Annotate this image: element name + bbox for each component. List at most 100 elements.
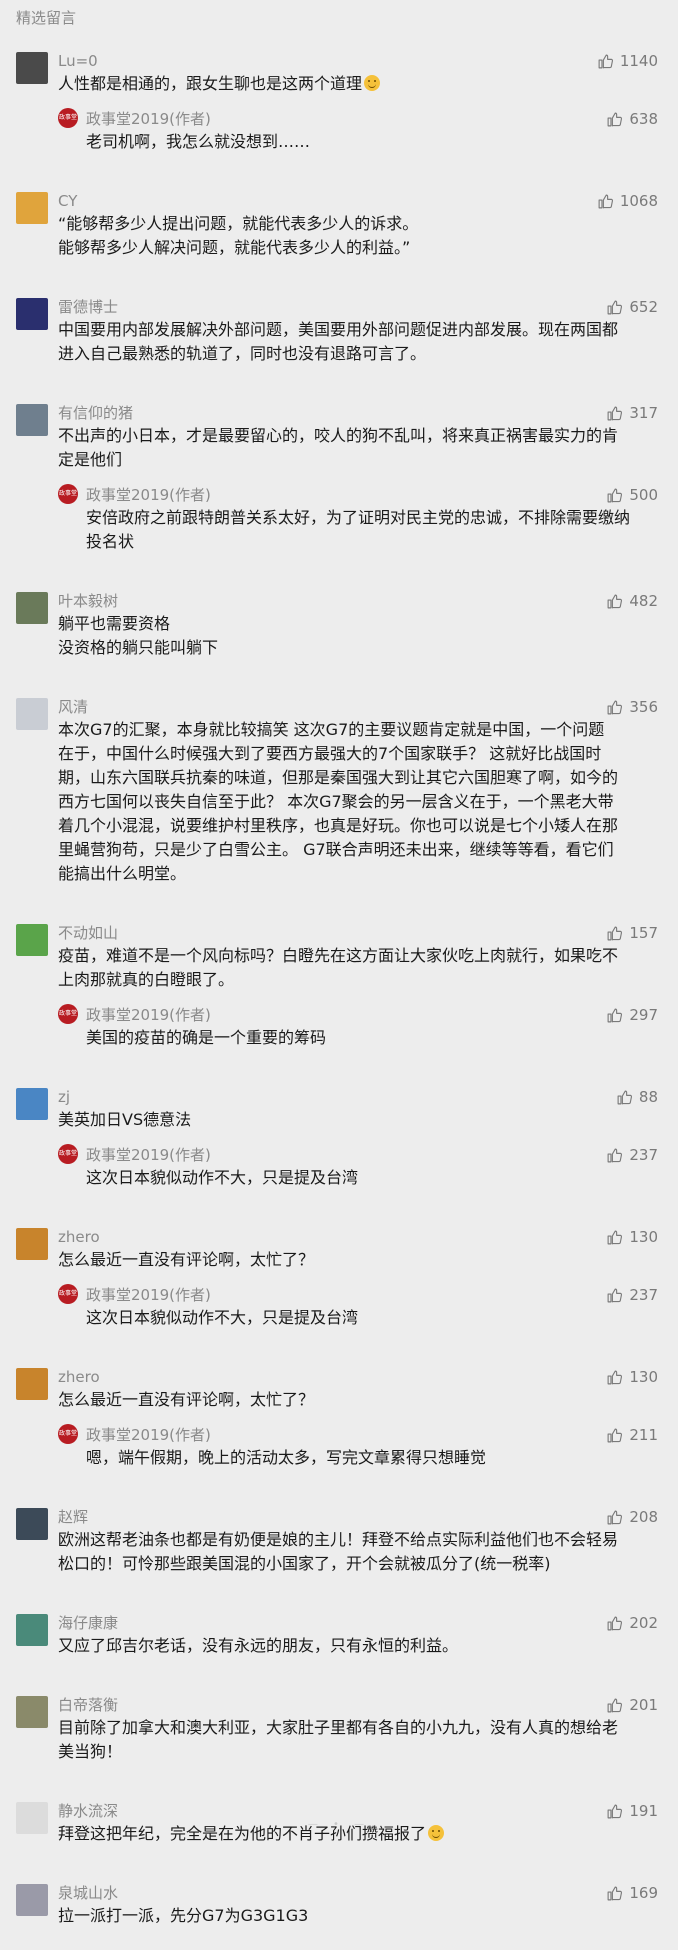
thumbs-up-icon: [616, 1089, 633, 1106]
like-button[interactable]: 169: [606, 1882, 658, 1904]
commenter-name[interactable]: 有信仰的猪: [58, 402, 664, 424]
comment-item: 海仔康康 202 又应了邱吉尔老话，没有永远的朋友，只有永恒的利益。: [0, 1598, 678, 1680]
author-avatar[interactable]: 政事堂: [58, 1424, 78, 1444]
like-button[interactable]: 317: [606, 402, 658, 424]
like-button[interactable]: 202: [606, 1612, 658, 1634]
reply-text: 这次日本貌似动作不大，只是提及台湾: [86, 1306, 664, 1330]
commenter-name[interactable]: 雷德博士: [58, 296, 664, 318]
like-button[interactable]: 130: [606, 1366, 658, 1388]
commenter-name[interactable]: Lu=0: [58, 50, 664, 72]
reply-author-name[interactable]: 政事堂2019(作者): [86, 108, 664, 130]
reply-like-button[interactable]: 211: [606, 1424, 658, 1446]
author-avatar[interactable]: 政事堂: [58, 1284, 78, 1304]
scroll-indicator: — • —: [0, 1819, 678, 1830]
comment-item: 白帝落衡 201 目前除了加拿大和澳大利亚，大家肚子里都有各自的小九九，没有人真…: [0, 1680, 678, 1786]
avatar[interactable]: [16, 192, 48, 224]
reply-author-name[interactable]: 政事堂2019(作者): [86, 1284, 664, 1306]
commenter-name[interactable]: 叶本毅树: [58, 590, 664, 612]
like-count: 652: [629, 296, 658, 318]
avatar[interactable]: [16, 1228, 48, 1260]
commenter-name[interactable]: zj: [58, 1086, 664, 1108]
avatar[interactable]: [16, 1368, 48, 1400]
commenter-name[interactable]: CY: [58, 190, 664, 212]
like-count: 202: [629, 1612, 658, 1634]
reply-like-button[interactable]: 500: [606, 484, 658, 506]
reply-like-count: 297: [629, 1004, 658, 1026]
like-button[interactable]: 356: [606, 696, 658, 718]
avatar[interactable]: [16, 1884, 48, 1916]
avatar[interactable]: [16, 592, 48, 624]
like-button[interactable]: 130: [606, 1226, 658, 1248]
comment-text: “能够帮多少人提出问题，就能代表多少人的诉求。能够帮多少人解决问题，就能代表多少…: [58, 212, 664, 260]
comment-text: 欧洲这帮老油条也都是有奶便是娘的主儿！拜登不给点实际利益他们也不会轻易松口的！可…: [58, 1528, 664, 1576]
comment-item: 风清 356 本次G7的汇聚，本身就比较搞笑 这次G7的主要议题肯定就是中国，一…: [0, 682, 678, 908]
like-button[interactable]: 1068: [597, 190, 658, 212]
comment-text: 本次G7的汇聚，本身就比较搞笑 这次G7的主要议题肯定就是中国，一个问题在于，中…: [58, 718, 664, 886]
avatar[interactable]: [16, 404, 48, 436]
commenter-name[interactable]: 风清: [58, 696, 664, 718]
reply-author-name[interactable]: 政事堂2019(作者): [86, 1424, 664, 1446]
like-count: 1140: [620, 50, 658, 72]
author-avatar[interactable]: 政事堂: [58, 1004, 78, 1024]
like-count: 201: [629, 1694, 658, 1716]
comment-item: zhero 130 怎么最近一直没有评论啊，太忙了？ 政事堂 政事堂2019(作…: [0, 1212, 678, 1352]
like-button[interactable]: 88: [616, 1086, 658, 1108]
comment-item: 泉城山水 169 拉一派打一派，先分G7为G3G1G3: [0, 1868, 678, 1950]
thumbs-up-icon: [597, 193, 614, 210]
like-button[interactable]: 652: [606, 296, 658, 318]
comment-text: 怎么最近一直没有评论啊，太忙了？: [58, 1388, 664, 1412]
comment-text: 躺平也需要资格没资格的躺只能叫躺下: [58, 612, 664, 660]
like-button[interactable]: 208: [606, 1506, 658, 1528]
like-button[interactable]: 482: [606, 590, 658, 612]
author-reply: 政事堂 政事堂2019(作者) 211 嗯，端午假期，晚上的活动太多，写完文章累…: [58, 1412, 664, 1470]
author-reply: 政事堂 政事堂2019(作者) 638 老司机啊，我怎么就没想到……: [58, 96, 664, 154]
like-count: 88: [639, 1086, 658, 1108]
avatar[interactable]: [16, 298, 48, 330]
reply-like-button[interactable]: 237: [606, 1284, 658, 1306]
reply-like-button[interactable]: 237: [606, 1144, 658, 1166]
like-count: 317: [629, 402, 658, 424]
reply-text: 嗯，端午假期，晚上的活动太多，写完文章累得只想睡觉: [86, 1446, 664, 1470]
avatar[interactable]: [16, 1508, 48, 1540]
author-avatar[interactable]: 政事堂: [58, 1144, 78, 1164]
reply-like-count: 237: [629, 1144, 658, 1166]
reply-text: 老司机啊，我怎么就没想到……: [86, 130, 664, 154]
avatar[interactable]: [16, 52, 48, 84]
like-button[interactable]: 1140: [597, 50, 658, 72]
commenter-name[interactable]: 赵辉: [58, 1506, 664, 1528]
comment-item: 叶本毅树 482 躺平也需要资格没资格的躺只能叫躺下: [0, 576, 678, 682]
commenter-name[interactable]: zhero: [58, 1226, 664, 1248]
thumbs-up-icon: [606, 1427, 623, 1444]
avatar[interactable]: [16, 1696, 48, 1728]
like-count: 208: [629, 1506, 658, 1528]
reply-like-button[interactable]: 638: [606, 108, 658, 130]
avatar[interactable]: [16, 1614, 48, 1646]
reply-author-name[interactable]: 政事堂2019(作者): [86, 1144, 664, 1166]
like-button[interactable]: 201: [606, 1694, 658, 1716]
thumbs-up-icon: [606, 1147, 623, 1164]
reply-author-name[interactable]: 政事堂2019(作者): [86, 484, 664, 506]
reply-like-count: 500: [629, 484, 658, 506]
like-count: 1068: [620, 190, 658, 212]
thumbs-up-icon: [606, 593, 623, 610]
like-button[interactable]: 157: [606, 922, 658, 944]
reply-author-name[interactable]: 政事堂2019(作者): [86, 1004, 664, 1026]
commenter-name[interactable]: 不动如山: [58, 922, 664, 944]
commenter-name[interactable]: 白帝落衡: [58, 1694, 664, 1716]
comment-text: 目前除了加拿大和澳大利亚，大家肚子里都有各自的小九九，没有人真的想给老美当狗！: [58, 1716, 664, 1764]
thumbs-up-icon: [597, 53, 614, 70]
commenter-name[interactable]: 海仔康康: [58, 1612, 664, 1634]
avatar[interactable]: [16, 1088, 48, 1120]
thumbs-up-icon: [606, 111, 623, 128]
comment-item: zj 88 美英加日VS德意法 政事堂 政事堂2019(作者) 237 这次日本…: [0, 1072, 678, 1212]
author-avatar[interactable]: 政事堂: [58, 108, 78, 128]
commenter-name[interactable]: zhero: [58, 1366, 664, 1388]
commenter-name[interactable]: 泉城山水: [58, 1882, 664, 1904]
author-reply: 政事堂 政事堂2019(作者) 237 这次日本貌似动作不大，只是提及台湾: [58, 1132, 664, 1190]
like-count: 130: [629, 1226, 658, 1248]
reply-like-button[interactable]: 297: [606, 1004, 658, 1026]
avatar[interactable]: [16, 698, 48, 730]
author-avatar[interactable]: 政事堂: [58, 484, 78, 504]
reply-like-count: 237: [629, 1284, 658, 1306]
avatar[interactable]: [16, 924, 48, 956]
